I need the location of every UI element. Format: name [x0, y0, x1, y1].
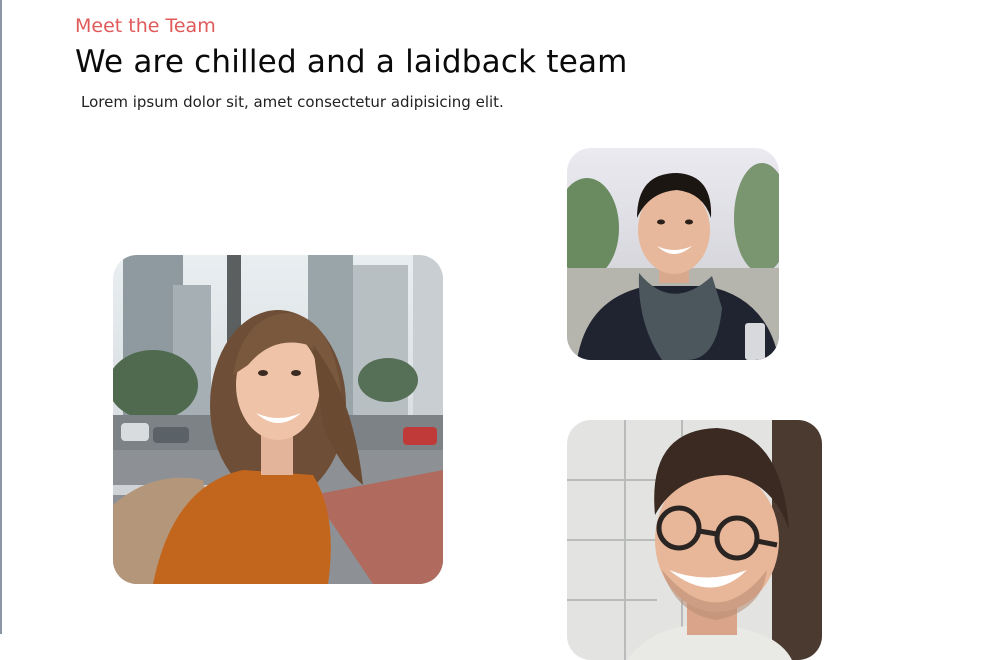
section-eyebrow: Meet the Team [75, 15, 216, 37]
team-photo-man-glasses [567, 420, 822, 660]
page-left-border [0, 0, 2, 634]
section-title: We are chilled and a laidback team [75, 44, 628, 80]
team-photo-woman [113, 255, 443, 584]
team-photo-man-scarf [567, 148, 779, 360]
section-subtitle: Lorem ipsum dolor sit, amet consectetur … [81, 93, 504, 111]
